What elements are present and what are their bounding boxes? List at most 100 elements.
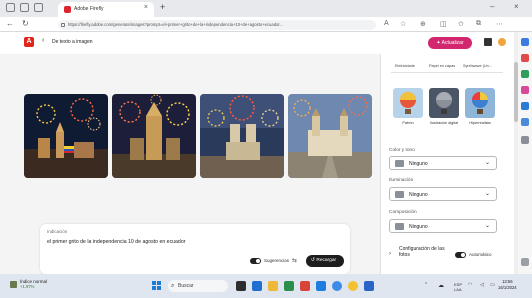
browser-tab-bar: Adobe Firefly × + – × [0,0,532,17]
volume-icon[interactable]: ◁ [480,282,484,288]
taskbar-search[interactable]: ⌕ Buscar [168,280,228,292]
result-image-1[interactable] [24,94,108,178]
close-tab-icon[interactable]: × [144,4,148,11]
search-icon: ⌕ [171,283,175,289]
composition-value: Ninguno [409,224,428,230]
split-screen-icon[interactable]: ◫ [440,20,447,28]
task-view-icon[interactable] [236,281,246,291]
office-icon[interactable] [521,102,529,110]
file-explorer-icon[interactable] [268,281,278,291]
upgrade-button[interactable]: ✦ Actualizar [428,37,472,49]
adobe-logo-icon[interactable]: A [24,37,34,47]
outlook-icon[interactable] [521,118,529,126]
avatar[interactable] [498,38,506,46]
window-close-icon[interactable]: × [514,2,519,11]
settings-icon[interactable] [521,258,529,266]
workspaces-icon[interactable] [20,3,29,12]
composition-select[interactable]: Ninguno ⌄ [389,219,497,233]
minimize-icon[interactable]: – [490,2,494,11]
edge-icon[interactable] [332,281,342,291]
store-icon[interactable] [316,281,326,291]
url-field[interactable]: https://firefly.adobe.com/generate/image… [58,20,376,30]
suggestions-toggle[interactable] [250,258,261,264]
tab-title: Adobe Firefly [74,6,104,12]
chrome-icon[interactable] [348,281,358,291]
firefly-header: A ‹ De texto a imagen ✦ Actualizar [0,32,514,54]
clock-date: 16/1/2024 [498,285,517,290]
style-caption-2: Ilustración digital [429,121,459,125]
result-image-4[interactable] [288,94,372,178]
result-image-3[interactable] [200,94,284,178]
breadcrumb[interactable]: De texto a imagen [52,39,93,45]
favorites-icon[interactable]: ✩ [458,20,464,28]
favorite-star-icon[interactable]: ☆ [400,20,406,28]
add-icon[interactable] [521,136,529,144]
prompt-card: Indicación el primer grito de la indepen… [40,224,350,274]
composition-swatch-icon [395,223,404,230]
style-tab-2[interactable]: Papel en capas [429,64,455,68]
app-icon-3[interactable] [300,281,310,291]
auto-toggle[interactable] [455,252,466,258]
collections-icon[interactable]: ⧉ [476,20,481,28]
color-tone-label: Color y tono [389,148,415,153]
games-icon[interactable] [521,86,529,94]
battery-icon[interactable]: ▭ [490,282,495,288]
auto-label: Automático [469,252,492,257]
reload-icon[interactable]: ↻ [22,19,29,28]
apps-grid-icon[interactable] [484,38,492,46]
back-arrow-icon[interactable]: ← [6,19,14,28]
read-aloud-icon[interactable]: A [384,20,389,27]
market-widget[interactable]: Índice normal +1.97% [20,279,47,289]
lighting-value: Ninguno [409,192,428,198]
tools-icon[interactable] [521,70,529,78]
edge-sidebar [518,32,532,274]
chevron-right-icon[interactable]: › [389,251,391,257]
prompt-label: Indicación [47,229,68,234]
keyboard-layout: LAA [454,287,462,292]
suggestions-sparkle-icon[interactable]: ⇆ [292,257,297,264]
browser-tab-firefly[interactable]: Adobe Firefly × [58,2,154,17]
results-canvas: Indicación el primer grito de la indepen… [0,54,380,274]
firefly-favicon-icon [64,6,71,13]
lighting-select[interactable]: Ninguno ⌄ [389,187,497,201]
style-tab-3[interactable]: Synthwave (Un... [463,64,492,68]
photo-settings-label[interactable]: Configuración de las fotos [399,246,455,258]
clock[interactable]: 13:56 16/1/2024 [498,279,517,291]
result-image-2[interactable] [112,94,196,178]
color-tone-select[interactable]: Ninguno ⌄ [389,156,497,170]
style-caption-1: Patrón [402,121,414,125]
composition-label: Composición [389,210,417,215]
copilot-icon[interactable] [521,38,529,46]
regenerate-button[interactable]: ↺ Recargar [306,255,344,267]
new-tab-button[interactable]: + [160,2,165,12]
language-indicator[interactable]: ESP LAA [454,282,462,292]
app-icon-1[interactable] [252,281,262,291]
app-icon-4[interactable] [364,281,374,291]
chevron-down-icon: ⌄ [484,160,490,166]
style-thumb-hyperreal[interactable] [465,88,495,118]
start-button[interactable] [152,281,162,291]
market-value: +1.97% [20,284,35,289]
stock-chart-icon [10,281,17,288]
lock-icon [61,23,65,27]
back-chevron-icon[interactable]: ‹ [42,37,44,44]
wifi-icon[interactable]: ◠ [468,282,472,288]
more-menu-icon[interactable]: ⋯ [496,20,503,28]
tray-chevron-icon[interactable]: ⌃ [424,282,428,288]
style-thumb-pattern[interactable] [393,88,423,118]
prompt-input[interactable]: el primer grito de la independencia 10 d… [47,239,185,245]
taskbar: Índice normal +1.97% ⌕ Buscar ⌃ ☁ ESP LAA… [0,274,532,298]
suggestions-label: Sugerencias [264,258,290,263]
lighting-label: Iluminación [389,178,414,183]
tab-actions-icon[interactable] [34,3,43,12]
shopping-icon[interactable] [521,54,529,62]
extensions-icon[interactable]: ⊕ [420,20,426,28]
app-icon-2[interactable] [284,281,294,291]
color-tone-value: Ninguno [409,161,428,167]
color-swatch-icon [395,160,404,167]
style-thumb-digital[interactable] [429,88,459,118]
address-bar: ← ↻ https://firefly.adobe.com/generate/i… [0,17,532,32]
cloud-icon[interactable]: ☁ [438,282,444,289]
style-tab-1[interactable]: Eletricidade [395,64,415,68]
profile-icon[interactable] [6,3,15,12]
